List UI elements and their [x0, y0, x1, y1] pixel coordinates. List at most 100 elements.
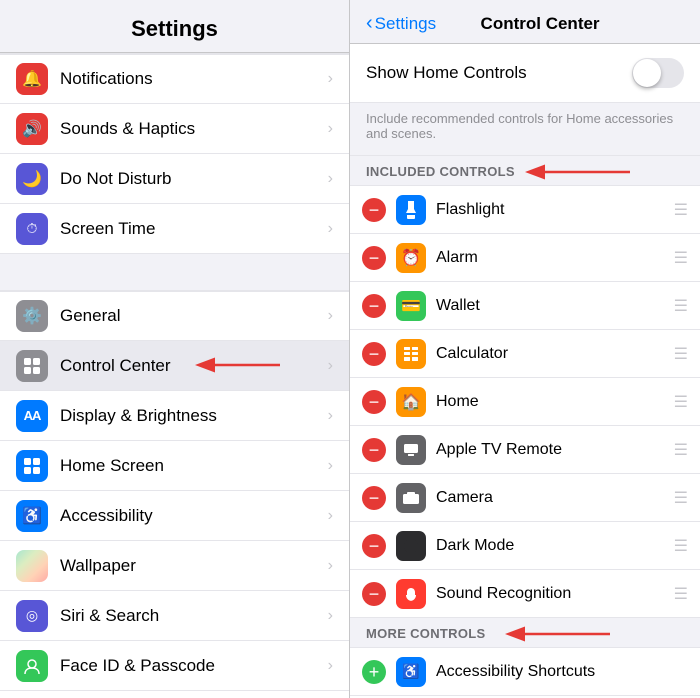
alarm-icon: ⏰: [396, 243, 426, 273]
control-item-appletv: − Apple TV Remote ☰: [350, 426, 700, 474]
calculator-drag-handle[interactable]: ☰: [674, 344, 688, 364]
left-settings-panel: Settings 🔔 Notifications › 🔊 Sounds & Ha…: [0, 0, 350, 698]
sounds-icon: 🔊: [16, 113, 48, 145]
settings-item-accessibility[interactable]: ♿ Accessibility ›: [0, 491, 349, 541]
homescreen-label: Home Screen: [60, 456, 328, 476]
settings-item-homescreen[interactable]: Home Screen ›: [0, 441, 349, 491]
dnd-chevron: ›: [328, 170, 333, 188]
show-home-toggle[interactable]: [632, 58, 684, 88]
faceid-label: Face ID & Passcode: [60, 656, 328, 676]
remove-wallet-button[interactable]: −: [362, 294, 386, 318]
remove-appletv-button[interactable]: −: [362, 438, 386, 462]
soundrec-drag-handle[interactable]: ☰: [674, 584, 688, 604]
back-button[interactable]: ‹ Settings: [366, 12, 436, 35]
remove-flashlight-button[interactable]: −: [362, 198, 386, 222]
included-controls-label: INCLUDED CONTROLS: [366, 164, 515, 179]
settings-item-siri[interactable]: ◎ Siri & Search ›: [0, 591, 349, 641]
back-label: Settings: [375, 14, 436, 34]
alarm-drag-handle[interactable]: ☰: [674, 248, 688, 268]
accessibility-chevron: ›: [328, 507, 333, 525]
settings-item-screentime[interactable]: ⏱ Screen Time ›: [0, 204, 349, 254]
control-item-alarm: − ⏰ Alarm ☰: [350, 234, 700, 282]
darkmode-drag-handle[interactable]: ☰: [674, 536, 688, 556]
remove-soundrec-button[interactable]: −: [362, 582, 386, 606]
soundrec-icon: [396, 579, 426, 609]
wallpaper-icon: [16, 550, 48, 582]
included-controls-header: INCLUDED CONTROLS: [350, 156, 700, 185]
more-controls-list: + ♿ Accessibility Shortcuts + Announce M…: [350, 647, 700, 698]
calculator-icon: [396, 339, 426, 369]
home-drag-handle[interactable]: ☰: [674, 392, 688, 412]
right-content: Show Home Controls Include recommended c…: [350, 44, 700, 698]
screentime-icon: ⏱: [16, 213, 48, 245]
controlcenter-chevron: ›: [328, 357, 333, 375]
settings-item-notifications[interactable]: 🔔 Notifications ›: [0, 54, 349, 104]
controlcenter-label: Control Center: [60, 356, 328, 376]
wallpaper-label: Wallpaper: [60, 556, 328, 576]
remove-darkmode-button[interactable]: −: [362, 534, 386, 558]
settings-item-display[interactable]: AA Display & Brightness ›: [0, 391, 349, 441]
settings-item-wallpaper[interactable]: Wallpaper ›: [0, 541, 349, 591]
darkmode-label: Dark Mode: [436, 537, 674, 555]
homescreen-icon: [16, 450, 48, 482]
remove-alarm-button[interactable]: −: [362, 246, 386, 270]
show-home-controls-row: Show Home Controls: [350, 44, 700, 103]
remove-camera-button[interactable]: −: [362, 486, 386, 510]
calculator-label: Calculator: [436, 345, 674, 363]
add-accshortcuts-button[interactable]: +: [362, 660, 386, 684]
siri-icon: ◎: [16, 600, 48, 632]
accessibility-icon: ♿: [16, 500, 48, 532]
more-controls-header: MORE CONTROLS: [350, 618, 700, 647]
wallet-drag-handle[interactable]: ☰: [674, 296, 688, 316]
annotation-arrow-included: [510, 161, 650, 183]
settings-item-general[interactable]: ⚙️ General ›: [0, 291, 349, 341]
siri-chevron: ›: [328, 607, 333, 625]
control-item-soundrec: − Sound Recognition ☰: [350, 570, 700, 618]
settings-item-sos[interactable]: SOS Emergency SOS ›: [0, 691, 349, 698]
faceid-chevron: ›: [328, 657, 333, 675]
dnd-icon: 🌙: [16, 163, 48, 195]
wallet-icon: 💳: [396, 291, 426, 321]
control-item-darkmode: − Dark Mode ☰: [350, 522, 700, 570]
flashlight-drag-handle[interactable]: ☰: [674, 200, 688, 220]
left-header: Settings: [0, 0, 349, 53]
camera-drag-handle[interactable]: ☰: [674, 488, 688, 508]
dnd-label: Do Not Disturb: [60, 169, 328, 189]
flashlight-label: Flashlight: [436, 201, 674, 219]
settings-item-sounds[interactable]: 🔊 Sounds & Haptics ›: [0, 104, 349, 154]
accshortcuts-icon: ♿: [396, 657, 426, 687]
right-header: ‹ Settings Control Center: [350, 0, 700, 44]
control-item-accshortcuts: + ♿ Accessibility Shortcuts: [350, 648, 700, 696]
screentime-label: Screen Time: [60, 219, 328, 239]
control-item-camera: − Camera ☰: [350, 474, 700, 522]
display-chevron: ›: [328, 407, 333, 425]
accshortcuts-label: Accessibility Shortcuts: [436, 663, 688, 681]
siri-label: Siri & Search: [60, 606, 328, 626]
appletv-drag-handle[interactable]: ☰: [674, 440, 688, 460]
camera-icon: [396, 483, 426, 513]
darkmode-icon: [396, 531, 426, 561]
settings-section-1: 🔔 Notifications › 🔊 Sounds & Haptics › 🌙…: [0, 53, 349, 254]
control-item-flashlight: − Flashlight ☰: [350, 186, 700, 234]
general-chevron: ›: [328, 307, 333, 325]
home-label: Home: [436, 393, 674, 411]
included-controls-list: − Flashlight ☰ − ⏰ Alarm ☰ − 💳: [350, 185, 700, 618]
control-item-calculator: − Calculator ☰: [350, 330, 700, 378]
control-item-home: − 🏠 Home ☰: [350, 378, 700, 426]
faceid-icon: [16, 650, 48, 682]
settings-item-controlcenter[interactable]: Control Center ›: [0, 341, 349, 391]
control-item-wallet: − 💳 Wallet ☰: [350, 282, 700, 330]
notifications-label: Notifications: [60, 69, 328, 89]
display-label: Display & Brightness: [60, 406, 328, 426]
show-home-label: Show Home Controls: [366, 63, 632, 83]
toggle-knob: [633, 59, 661, 87]
appletv-label: Apple TV Remote: [436, 441, 674, 459]
remove-home-button[interactable]: −: [362, 390, 386, 414]
accessibility-label: Accessibility: [60, 506, 328, 526]
settings-item-faceid[interactable]: Face ID & Passcode ›: [0, 641, 349, 691]
settings-item-dnd[interactable]: 🌙 Do Not Disturb ›: [0, 154, 349, 204]
appletv-icon: [396, 435, 426, 465]
home-icon: 🏠: [396, 387, 426, 417]
remove-calculator-button[interactable]: −: [362, 342, 386, 366]
more-controls-label: MORE CONTROLS: [366, 626, 485, 641]
